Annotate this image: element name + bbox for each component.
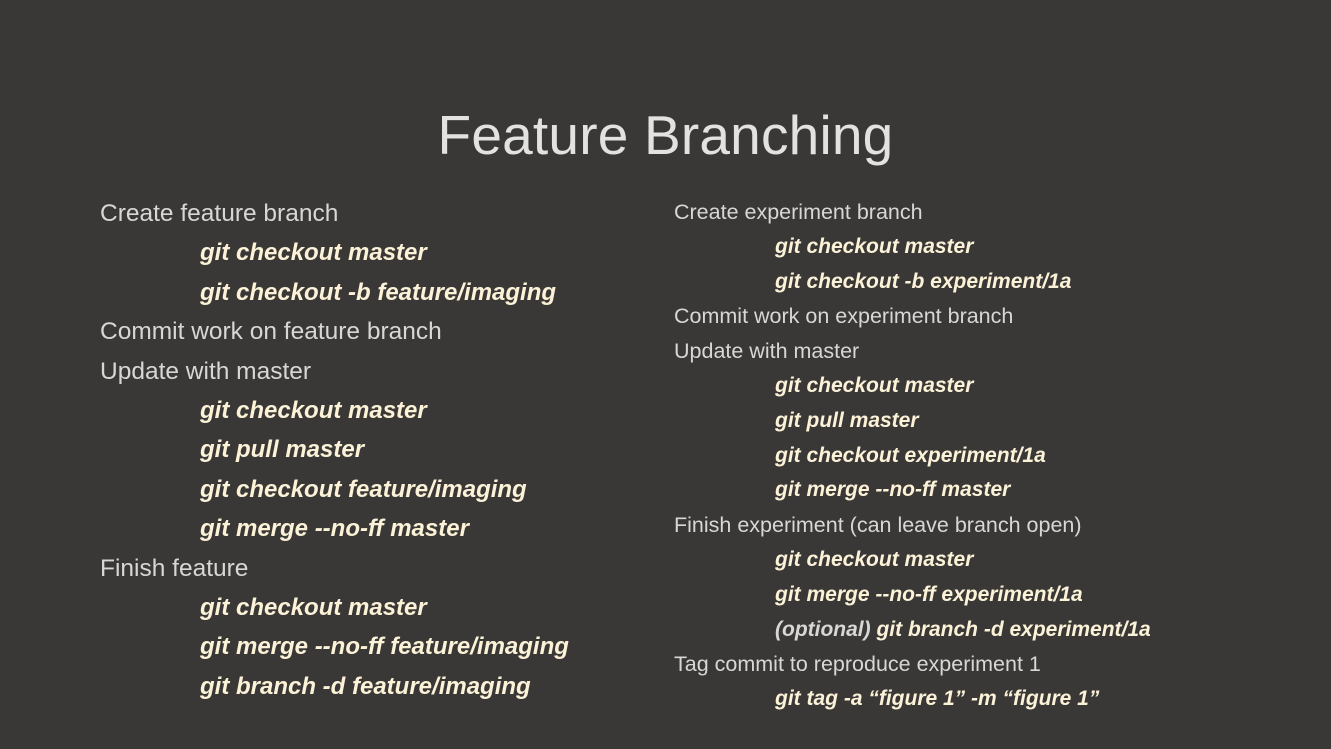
bullet-heading: Commit work on experiment branch (674, 304, 1014, 329)
bullet-heading: Finish experiment (can leave branch open… (674, 513, 1082, 538)
left-content-column: Create feature branch git checkout master… (100, 194, 660, 706)
bullet-heading: Commit work on feature branch (100, 318, 442, 346)
git-command-line: git checkout -b feature/imaging (200, 278, 557, 306)
git-command-line: git pull master (775, 408, 919, 432)
git-command-text: git branch -d experiment/1a (876, 617, 1151, 641)
git-command-line: (optional) git branch -d experiment/1a (674, 613, 1274, 648)
git-command-line: git merge --no-ff master (775, 478, 1011, 502)
git-command-line: git checkout experiment/1a (775, 443, 1046, 467)
right-content-column: Create experiment branch git checkout mas… (674, 195, 1274, 717)
optional-prefix: (optional) (775, 617, 877, 641)
git-command-line: git checkout master (200, 397, 427, 425)
git-command-line: git checkout master (775, 547, 974, 571)
bullet-heading: Update with master (100, 357, 312, 385)
git-command-line: git checkout feature/imaging (200, 475, 527, 503)
git-command-line: git checkout master (775, 234, 974, 258)
bullet-heading: Update with master (674, 339, 860, 364)
git-command-line: git checkout master (775, 373, 974, 397)
git-command-line: git merge --no-ff experiment/1a (775, 582, 1083, 606)
git-command-line: git checkout master (200, 594, 427, 622)
page-title: Feature Branching (437, 103, 894, 166)
bullet-heading: Finish feature (100, 554, 249, 582)
bullet-heading: Create experiment branch (674, 200, 923, 224)
git-command-line: git pull master (200, 436, 365, 464)
git-command-line: git branch -d feature/imaging (200, 672, 531, 700)
git-command-line: git merge --no-ff feature/imaging (200, 633, 569, 661)
bullet-heading: Tag commit to reproduce experiment 1 (674, 652, 1041, 677)
git-command-line: git merge --no-ff master (200, 515, 469, 543)
slide-canvas: Feature Branching Create feature branch g… (0, 0, 1331, 749)
git-command-line: git checkout master (200, 239, 427, 267)
bullet-heading: Create feature branch (100, 200, 339, 227)
git-command-line: git checkout -b experiment/1a (775, 269, 1072, 293)
git-command-line: git tag -a “figure 1” -m “figure 1” (775, 687, 1100, 711)
